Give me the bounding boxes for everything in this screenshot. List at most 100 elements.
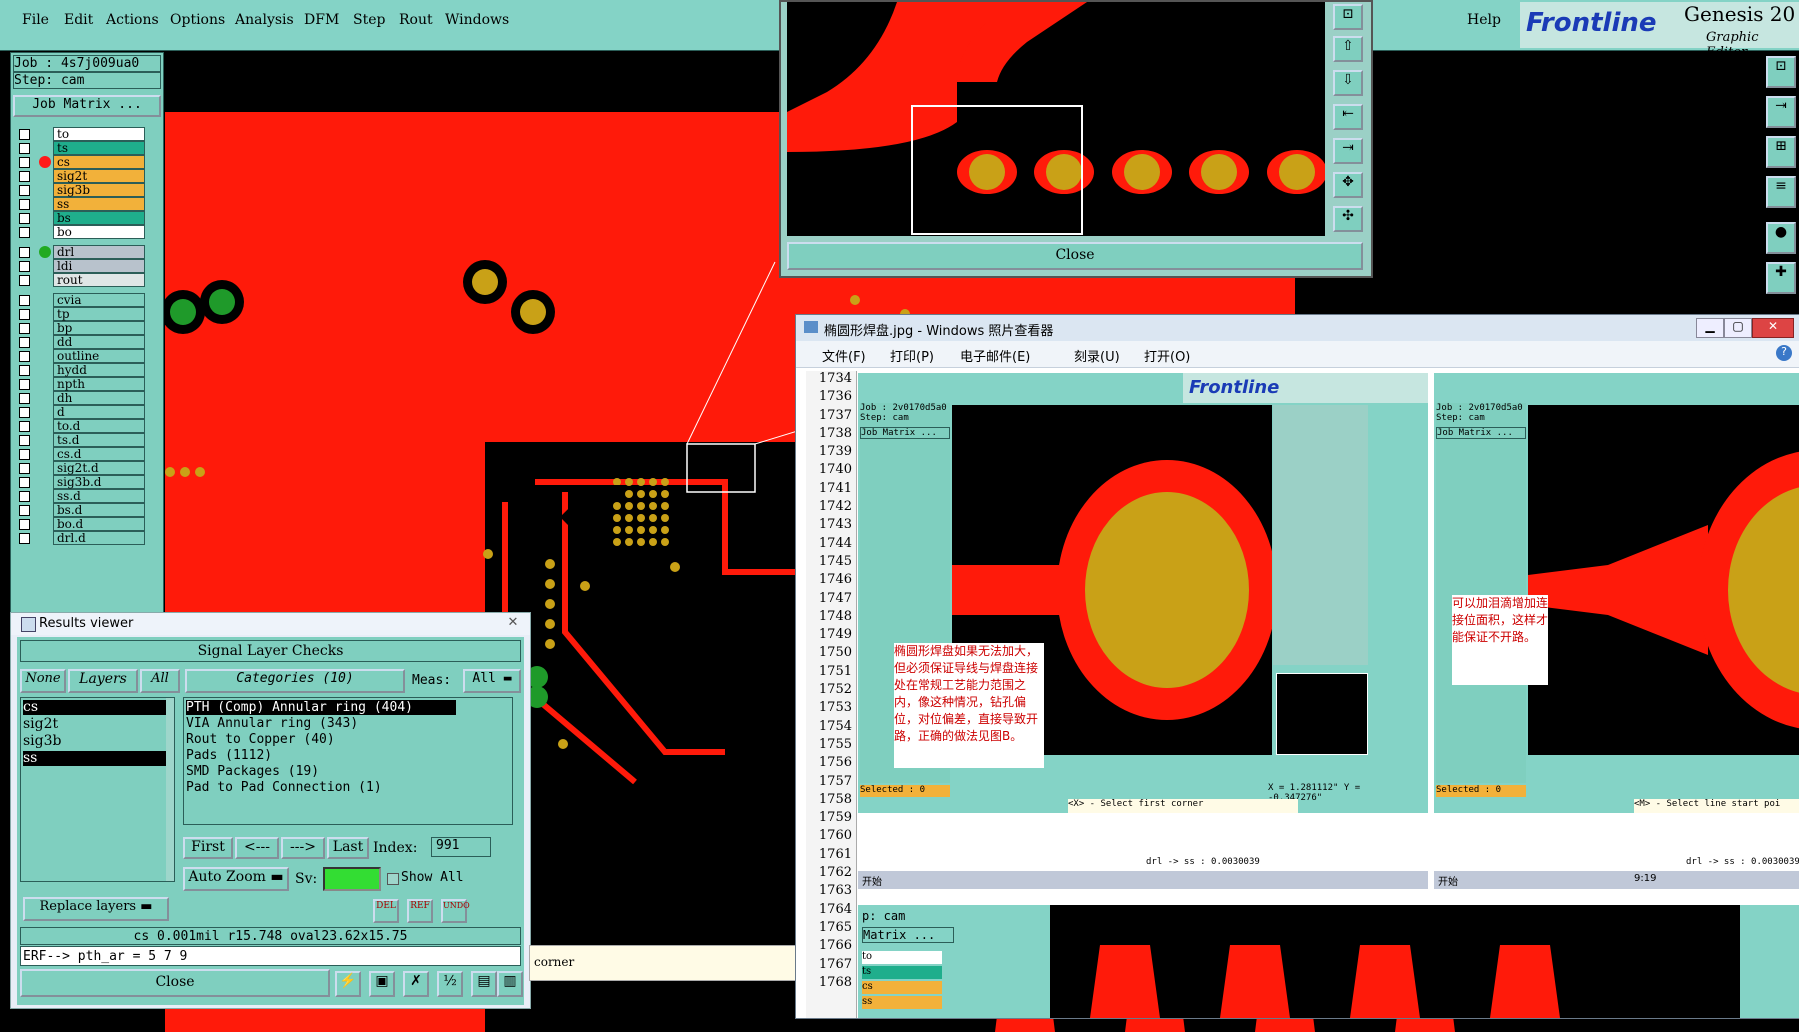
layer-row[interactable]: cs [15,155,161,170]
rv-category-item[interactable]: SMD Packages (19) [186,764,319,779]
rv-ref-button[interactable]: REF [407,899,433,923]
layer-checkbox[interactable] [19,323,30,334]
layer-row[interactable]: sig3b [15,183,161,198]
rv-layers-button[interactable]: Layers [68,669,138,693]
layer-row[interactable]: cs.d [15,447,161,462]
zoom-tool-icon[interactable]: ⇤ [1333,104,1363,130]
layer-checkbox[interactable] [19,491,30,502]
layer-row[interactable]: dd [15,335,161,350]
menu-actions[interactable]: Actions [106,12,159,28]
layer-row[interactable]: bs.d [15,503,161,518]
rv-last-button[interactable]: Last [327,837,369,859]
menu-dfm[interactable]: DFM [304,12,339,28]
rv-auto-zoom-select[interactable]: Auto Zoom ▬ [183,867,289,891]
rv-layer-item[interactable]: sig2t [23,717,167,732]
rv-tool-icon[interactable]: ✗ [403,971,429,997]
rv-replace-layers-select[interactable]: Replace layers ▬ [23,897,169,921]
rv-categories-button[interactable]: Categories (10) [185,669,405,693]
layer-checkbox[interactable] [19,157,30,168]
layer-checkbox[interactable] [19,275,30,286]
layer-checkbox[interactable] [19,247,30,258]
pv-menu-burn[interactable]: 刻录(U) [1074,346,1120,365]
tool-icon[interactable]: ● [1766,222,1796,254]
minimize-icon[interactable]: ▁ [1696,318,1724,338]
rv-show-all-checkbox[interactable] [387,873,399,885]
zoom-tool-icon[interactable]: ✥ [1333,172,1363,198]
layer-checkbox[interactable] [19,261,30,272]
rv-layer-item[interactable]: sig3b [23,734,167,749]
tool-icon[interactable]: ≡ [1766,176,1796,208]
layer-checkbox[interactable] [19,143,30,154]
rv-all-button[interactable]: All [140,669,180,693]
rv-category-item[interactable]: VIA Annular ring (343) [186,716,358,731]
rv-category-item[interactable]: PTH (Comp) Annular ring (404) [186,700,456,715]
close-icon[interactable]: ✕ [1752,318,1794,338]
layer-row[interactable]: sig3b.d [15,475,161,490]
close-icon[interactable]: ✕ [501,615,525,631]
rv-category-item[interactable]: Rout to Copper (40) [186,732,335,747]
rv-category-item[interactable]: Pads (1112) [186,748,272,763]
layer-row[interactable]: to [15,127,161,142]
layer-checkbox[interactable] [19,309,30,320]
job-matrix-button[interactable]: Job Matrix ... [13,95,161,117]
layer-checkbox[interactable] [19,227,30,238]
layer-checkbox[interactable] [19,421,30,432]
layer-row[interactable]: sig2t [15,169,161,184]
rv-close-button[interactable]: Close [20,969,330,997]
layer-checkbox[interactable] [19,351,30,362]
pv-menu-email[interactable]: 电子邮件(E) [960,346,1030,365]
menu-rout[interactable]: Rout [399,12,433,28]
rv-sv-color-select[interactable] [323,867,381,891]
layer-checkbox[interactable] [19,365,30,376]
tool-icon[interactable]: ✚ [1766,262,1796,294]
layer-row[interactable]: bo [15,225,161,240]
layer-row[interactable]: npth [15,377,161,392]
layer-row[interactable]: ldi [15,259,161,274]
rv-layer-item[interactable]: ss [23,751,167,766]
pv-menu-print[interactable]: 打印(P) [890,346,934,365]
help-icon[interactable]: ? [1776,345,1792,361]
layer-checkbox[interactable] [19,519,30,530]
menu-help[interactable]: Help [1467,12,1501,28]
menu-edit[interactable]: Edit [64,12,93,28]
rv-tool-icon[interactable]: ½ [437,971,463,997]
layer-checkbox[interactable] [19,337,30,348]
rv-first-button[interactable]: First [183,837,233,859]
rv-tool-icon[interactable]: ▤ [471,971,497,997]
layer-row[interactable]: bo.d [15,517,161,532]
rv-layer-list[interactable]: cs sig2t sig3b ss [20,697,175,882]
layer-checkbox[interactable] [19,199,30,210]
layer-checkbox[interactable] [19,213,30,224]
rv-none-button[interactable]: None [20,669,66,693]
rv-tool-icon[interactable]: ⚡ [335,971,361,997]
zoom-tool-icon[interactable]: ⇩ [1333,70,1363,96]
rv-undo-button[interactable]: UNDO [441,899,470,923]
layer-row[interactable]: ts [15,141,161,156]
layer-checkbox[interactable] [19,185,30,196]
layer-row[interactable]: hydd [15,363,161,378]
layer-checkbox[interactable] [19,463,30,474]
layer-checkbox[interactable] [19,171,30,182]
rv-layer-item[interactable]: cs [23,700,167,715]
layer-checkbox[interactable] [19,449,30,460]
layer-row[interactable]: ts.d [15,433,161,448]
layer-row[interactable]: outline [15,349,161,364]
zoom-tool-icon[interactable]: ⊡ [1333,4,1363,30]
layer-checkbox[interactable] [19,407,30,418]
pv-menu-open[interactable]: 打开(O) [1144,346,1190,365]
zoom-tool-icon[interactable]: ✣ [1333,206,1363,232]
layer-row[interactable]: bs [15,211,161,226]
layer-row[interactable]: cvia [15,293,161,308]
layer-checkbox[interactable] [19,435,30,446]
layer-row[interactable]: rout [15,273,161,288]
rv-layer-scrollbar[interactable] [166,698,174,881]
layer-row[interactable]: dh [15,391,161,406]
rv-meas-select[interactable]: All ▬ [463,669,521,693]
layer-checkbox[interactable] [19,505,30,516]
layer-row[interactable]: to.d [15,419,161,434]
layer-row[interactable]: d [15,405,161,420]
rv-index-input[interactable]: 991 [431,837,491,857]
layer-row[interactable]: bp [15,321,161,336]
tool-icon[interactable]: ⊡ [1766,56,1796,88]
layer-row[interactable]: drl [15,245,161,260]
